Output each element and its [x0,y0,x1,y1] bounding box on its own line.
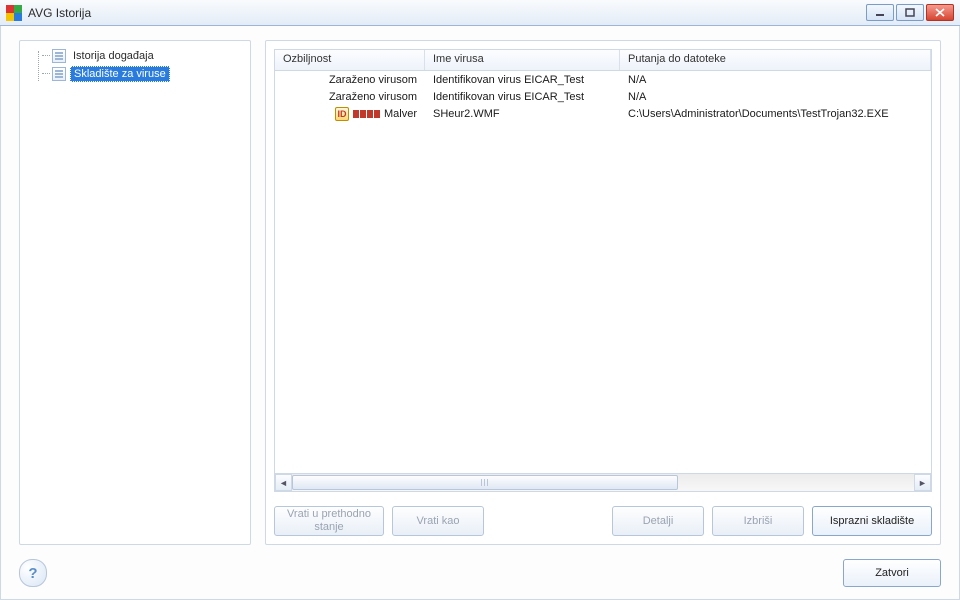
restore-as-button[interactable]: Vrati kao [392,506,484,536]
details-button[interactable]: Detalji [612,506,704,536]
column-header-file-path[interactable]: Putanja do datoteke [620,50,931,70]
main-panel: Ozbiljnost Ime virusa Putanja do datotek… [265,40,941,545]
table-row[interactable]: Zaraženo virusom Identifikovan virus EIC… [275,88,931,105]
scroll-thumb[interactable] [292,475,678,490]
history-tree: Istorija događaja Skladište za viruse [24,47,246,82]
table-row[interactable]: ID Malver SHeur2.WMF C:\Users\Administra… [275,105,931,122]
severity-label: Zaraženo virusom [329,74,417,86]
virus-name-cell: Identifikovan virus EICAR_Test [425,90,620,104]
window-title: AVG Istorija [28,6,866,20]
table-row[interactable]: Zaraženo virusom Identifikovan virus EIC… [275,71,931,88]
maximize-button[interactable] [896,4,924,21]
severity-bars-icon [353,110,380,118]
file-path-cell: C:\Users\Administrator\Documents\TestTro… [620,107,931,121]
scroll-track[interactable] [292,474,914,491]
scroll-right-button[interactable]: ► [914,474,931,491]
virus-name-cell: Identifikovan virus EICAR_Test [425,73,620,87]
horizontal-scrollbar[interactable]: ◄ ► [275,473,931,491]
client-area: Istorija događaja Skladište za viruse Oz… [0,26,960,600]
restore-previous-button[interactable]: Vrati u prethodno stanje [274,506,384,536]
sidebar-item-event-history[interactable]: Istorija događaja [28,47,246,64]
close-window-button[interactable] [926,4,954,21]
page-icon [52,67,66,81]
page-icon [52,49,66,63]
malware-id-icon: ID [335,107,349,121]
severity-label: Zaraženo virusom [329,91,417,103]
file-path-cell: N/A [620,90,931,104]
sidebar-item-label: Istorija događaja [70,49,157,63]
sidebar-item-label: Skladište za viruse [70,66,170,82]
severity-label: Malver [384,108,417,120]
column-header-virus-name[interactable]: Ime virusa [425,50,620,70]
window-controls [866,4,954,21]
action-bar: Vrati u prethodno stanje Vrati kao Detal… [274,506,932,536]
table-header-row: Ozbiljnost Ime virusa Putanja do datotek… [275,50,931,71]
empty-vault-button[interactable]: Isprazni skladište [812,506,932,536]
app-icon [6,5,22,21]
file-path-cell: N/A [620,73,931,87]
scroll-left-button[interactable]: ◄ [275,474,292,491]
column-header-severity[interactable]: Ozbiljnost [275,50,425,70]
virus-name-cell: SHeur2.WMF [425,107,620,121]
close-button[interactable]: Zatvori [843,559,941,587]
footer-bar: ? Zatvori [19,559,941,587]
sidebar-item-virus-vault[interactable]: Skladište za viruse [28,65,246,82]
table-body: Zaraženo virusom Identifikovan virus EIC… [275,71,931,473]
minimize-button[interactable] [866,4,894,21]
title-bar: AVG Istorija [0,0,960,26]
delete-button[interactable]: Izbriši [712,506,804,536]
sidebar: Istorija događaja Skladište za viruse [19,40,251,545]
help-button[interactable]: ? [19,559,47,587]
virus-table: Ozbiljnost Ime virusa Putanja do datotek… [274,49,932,492]
